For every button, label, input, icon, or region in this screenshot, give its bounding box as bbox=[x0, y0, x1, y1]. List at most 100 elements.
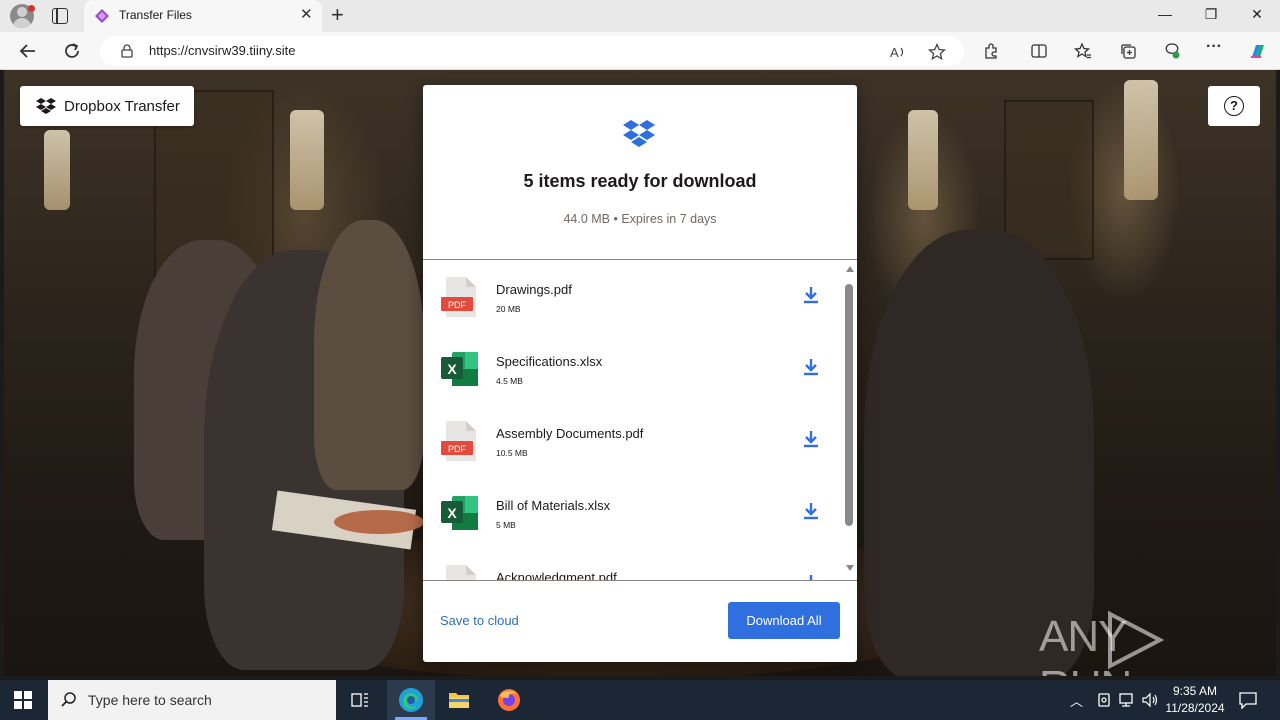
dropbox-transfer-badge[interactable]: Dropbox Transfer bbox=[20, 86, 194, 126]
file-size: 10.5 MB bbox=[496, 448, 528, 458]
scroll-down-icon[interactable] bbox=[846, 565, 854, 571]
anyrun-play-icon bbox=[1108, 610, 1165, 670]
divider bbox=[423, 580, 857, 581]
person-silhouette bbox=[864, 230, 1094, 676]
file-size: 20 MB bbox=[496, 304, 521, 314]
excel-file-icon: X bbox=[441, 352, 478, 386]
person-silhouette bbox=[314, 220, 424, 490]
wall-panel bbox=[1004, 100, 1094, 260]
download-icon[interactable] bbox=[801, 501, 821, 521]
minimize-icon[interactable]: — bbox=[1142, 6, 1188, 22]
new-tab-icon[interactable]: + bbox=[331, 4, 344, 26]
search-icon bbox=[61, 692, 76, 707]
file-name: Assembly Documents.pdf bbox=[496, 426, 644, 441]
save-to-cloud-link[interactable]: Save to cloud bbox=[440, 613, 519, 628]
pdf-file-icon: PDF bbox=[441, 277, 476, 317]
plate-on-table bbox=[334, 510, 424, 534]
split-screen-icon[interactable] bbox=[1030, 42, 1048, 60]
file-name: Drawings.pdf bbox=[496, 282, 572, 297]
taskbar-firefox[interactable] bbox=[485, 680, 533, 720]
download-icon[interactable] bbox=[801, 357, 821, 377]
network-icon[interactable] bbox=[1118, 691, 1136, 709]
favorite-icon[interactable] bbox=[928, 43, 946, 61]
tab-title: Transfer Files bbox=[119, 8, 192, 22]
url-field[interactable]: https://cnvsirw39.tiiny.site A bbox=[100, 36, 964, 66]
taskbar: Type here to search ︿ 9:35 AM 11/28/2024 bbox=[0, 680, 1280, 720]
firefox-icon bbox=[498, 689, 520, 711]
windows-start-icon[interactable] bbox=[14, 691, 32, 709]
window-close-icon[interactable]: ✕ bbox=[1234, 6, 1280, 23]
file-name: Acknowledgment.pdf bbox=[496, 570, 617, 580]
tab-transfer-files[interactable]: Transfer Files ✕ bbox=[84, 0, 322, 32]
file-size: 4.5 MB bbox=[496, 376, 523, 386]
address-toolbar: https://cnvsirw39.tiiny.site A ··· bbox=[0, 32, 1280, 70]
svg-text:PDF: PDF bbox=[448, 300, 467, 310]
read-aloud-icon[interactable]: A bbox=[889, 43, 907, 61]
svg-text:PDF: PDF bbox=[448, 444, 467, 454]
brand-label: Dropbox Transfer bbox=[64, 97, 180, 115]
download-icon[interactable] bbox=[801, 429, 821, 449]
scroll-up-icon[interactable] bbox=[846, 266, 854, 272]
wall-lamp bbox=[44, 130, 70, 210]
svg-text:A: A bbox=[890, 45, 899, 60]
restore-icon[interactable]: ❐ bbox=[1188, 6, 1234, 23]
taskbar-search[interactable]: Type here to search bbox=[48, 680, 336, 720]
collections-icon[interactable] bbox=[1119, 42, 1137, 60]
tray-chevron-icon[interactable]: ︿ bbox=[1070, 691, 1088, 709]
excel-file-icon: X bbox=[441, 496, 478, 530]
favorites-icon[interactable] bbox=[1074, 42, 1092, 60]
modal-subtitle: 44.0 MB • Expires in 7 days bbox=[563, 212, 717, 226]
file-row[interactable]: X Bill of Materials.xlsx 5 MB bbox=[423, 476, 843, 548]
clock[interactable]: 9:35 AM 11/28/2024 bbox=[1160, 683, 1230, 717]
copilot-icon[interactable] bbox=[1248, 41, 1268, 61]
notification-icon[interactable] bbox=[1238, 690, 1258, 710]
pdf-file-icon: PDF bbox=[446, 565, 476, 580]
taskbar-edge[interactable] bbox=[387, 680, 435, 720]
download-modal: 5 items ready for download 44.0 MB • Exp… bbox=[423, 85, 857, 662]
clock-date: 11/28/2024 bbox=[1165, 701, 1225, 715]
help-button[interactable]: ? bbox=[1208, 86, 1260, 126]
browser-tab-strip: Transfer Files ✕ + — ❐ ✕ bbox=[0, 0, 1280, 32]
modal-title: 5 items ready for download bbox=[523, 171, 757, 191]
volume-icon[interactable] bbox=[1141, 691, 1159, 709]
dropbox-icon bbox=[36, 98, 56, 114]
file-row[interactable]: PDF Drawings.pdf 20 MB bbox=[423, 260, 843, 332]
svg-text:X: X bbox=[447, 361, 457, 377]
profile-notification-dot bbox=[28, 5, 35, 12]
close-icon[interactable]: ✕ bbox=[300, 7, 313, 23]
file-name: Specifications.xlsx bbox=[496, 354, 603, 369]
dropbox-icon bbox=[623, 120, 655, 147]
extensions-icon[interactable] bbox=[982, 42, 1000, 60]
task-view-button[interactable] bbox=[336, 680, 384, 720]
lock-icon[interactable] bbox=[120, 44, 134, 58]
scroll-thumb[interactable] bbox=[845, 284, 853, 526]
task-view-icon bbox=[351, 693, 368, 707]
download-icon[interactable] bbox=[801, 573, 821, 580]
taskbar-file-explorer[interactable] bbox=[435, 680, 483, 720]
back-icon[interactable] bbox=[17, 40, 39, 62]
file-name: Bill of Materials.xlsx bbox=[496, 498, 611, 513]
more-icon[interactable]: ··· bbox=[1206, 38, 1224, 56]
tray-device-icon[interactable] bbox=[1095, 691, 1113, 709]
tabs-icon[interactable] bbox=[52, 8, 68, 24]
file-row[interactable]: PDF Assembly Documents.pdf 10.5 MB bbox=[423, 404, 843, 476]
refresh-icon[interactable] bbox=[61, 40, 83, 62]
help-icon: ? bbox=[1224, 96, 1244, 116]
file-list-scrollbar[interactable] bbox=[843, 260, 857, 580]
wall-lamp bbox=[908, 110, 938, 210]
search-placeholder: Type here to search bbox=[88, 692, 212, 708]
page-viewport: Dropbox Transfer ? 5 items ready for dow… bbox=[4, 70, 1276, 676]
browser-essentials-icon[interactable] bbox=[1163, 42, 1181, 60]
tab-favicon-icon bbox=[95, 9, 109, 23]
file-explorer-icon bbox=[449, 693, 469, 708]
download-icon[interactable] bbox=[801, 285, 821, 305]
file-size: 5 MB bbox=[496, 520, 516, 530]
file-list: PDF Drawings.pdf 20 MB X Specifications.… bbox=[423, 260, 843, 580]
url-text[interactable]: https://cnvsirw39.tiiny.site bbox=[149, 43, 295, 58]
file-row[interactable]: X Specifications.xlsx 4.5 MB bbox=[423, 332, 843, 404]
download-all-button[interactable]: Download All bbox=[728, 602, 840, 639]
clock-time: 9:35 AM bbox=[1172, 684, 1218, 698]
edge-icon bbox=[399, 688, 423, 712]
wall-lamp bbox=[290, 110, 324, 210]
file-row[interactable]: PDF Acknowledgment.pdf bbox=[423, 548, 843, 580]
